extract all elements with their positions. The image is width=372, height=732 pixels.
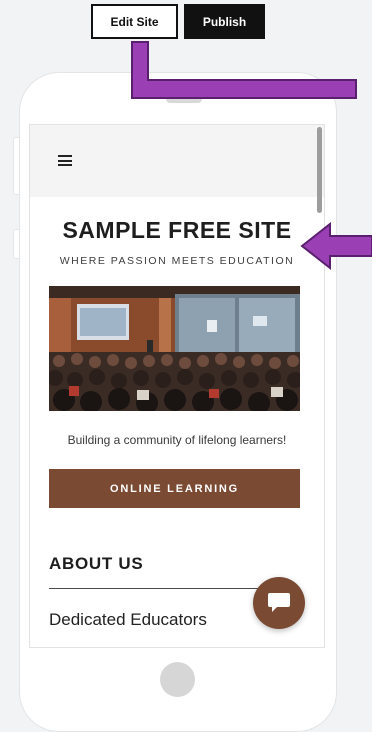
annotation-arrow — [300, 222, 372, 271]
site-title: SAMPLE FREE SITE — [62, 217, 292, 243]
hero-image — [49, 286, 300, 411]
site-header — [30, 125, 324, 197]
scrollbar[interactable] — [317, 127, 322, 213]
edit-site-button[interactable]: Edit Site — [91, 4, 178, 39]
chat-bubble-icon — [268, 593, 290, 612]
about-item-title: Dedicated Educators — [49, 610, 207, 629]
annotation-arrow — [131, 41, 357, 99]
chat-button[interactable] — [253, 577, 305, 629]
hamburger-menu-icon[interactable] — [58, 155, 72, 166]
about-us-heading: ABOUT US — [49, 554, 144, 573]
online-learning-button[interactable]: ONLINE LEARNING — [49, 469, 300, 508]
publish-button[interactable]: Publish — [184, 4, 265, 39]
hero-caption: Building a community of lifelong learner… — [67, 433, 287, 447]
site-tagline: WHERE PASSION MEETS EDUCATION — [59, 255, 295, 267]
phone-home-button — [160, 662, 195, 697]
site-preview[interactable]: SAMPLE FREE SITE WHERE PASSION MEETS EDU… — [29, 124, 325, 648]
